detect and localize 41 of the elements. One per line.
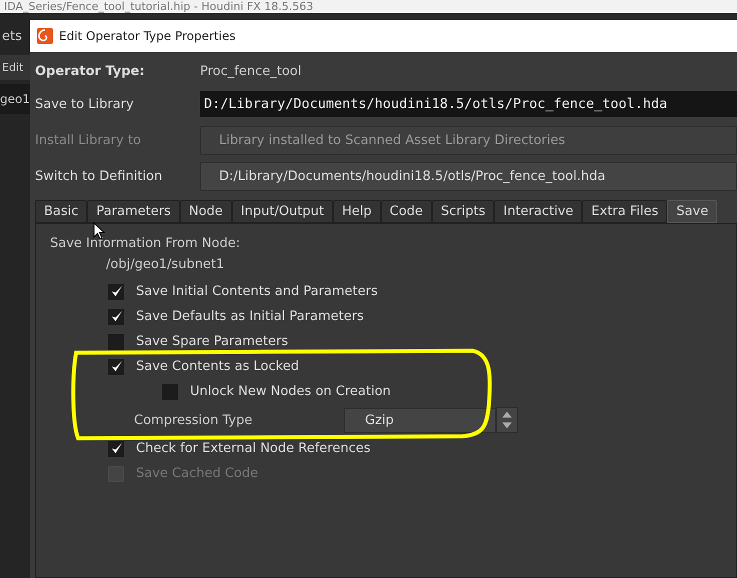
checkbox[interactable] (108, 358, 124, 374)
checkbox-label: Save Spare Parameters (136, 334, 288, 349)
checkbox[interactable] (108, 308, 124, 324)
tab[interactable]: Code (380, 200, 432, 223)
pane-tab[interactable]: Edit (0, 55, 30, 80)
spiral-logo-icon (37, 28, 53, 44)
path-field[interactable]: D:/Library/Documents/houdini18.5/otls/Proc_fence_tool.hda (200, 91, 737, 117)
tab[interactable]: Node (180, 200, 232, 223)
field-label: Switch to Definition (35, 168, 164, 184)
checkbox-label: Save Cached Code (136, 466, 258, 481)
checkbox-label: Check for External Node References (136, 441, 370, 456)
app-title: IDA_Series/Fence_tool_tutorial.hip - Houdini FX 18.5.563 (0, 0, 737, 13)
tab[interactable]: Parameters (87, 200, 180, 223)
field-label: Operator Type: (35, 64, 146, 78)
tab[interactable]: Input/Output (232, 200, 333, 223)
up-down-arrows-icon[interactable] (496, 407, 518, 433)
checkbox-label: Unlock New Nodes on Creation (190, 384, 391, 399)
checkbox-label: Save Defaults as Initial Parameters (136, 309, 364, 324)
checkbox-label: Save Initial Contents and Parameters (136, 284, 378, 299)
dialog-title: Edit Operator Type Properties (59, 29, 236, 43)
field-label: Compression Type (134, 412, 254, 428)
tab[interactable]: Extra Files (582, 200, 668, 223)
tab[interactable]: Help (332, 200, 381, 223)
checkbox[interactable] (108, 284, 124, 300)
checkbox-label: Save Contents as Locked (136, 359, 299, 374)
network-path-tab[interactable]: geo1 (0, 84, 30, 114)
checkbox[interactable] (162, 384, 178, 400)
field-label: Save to Library (35, 96, 135, 112)
tab[interactable]: Scripts (432, 200, 494, 223)
tab[interactable]: Basic (35, 200, 88, 223)
tab[interactable]: Interactive (494, 200, 582, 223)
checkbox[interactable] (108, 440, 124, 456)
dropdown-field[interactable]: Gzip (344, 408, 496, 432)
checkbox[interactable] (108, 334, 124, 350)
node-path: /obj/geo1/subnet1 (105, 257, 226, 274)
menu-item[interactable]: ets (2, 28, 22, 44)
field-label: Install Library to (35, 132, 142, 148)
dropdown-field[interactable]: D:/Library/Documents/houdini18.5/otls/Proc_fence_tool.hda (200, 162, 737, 190)
operator-type-value: Proc_fence_tool (200, 64, 302, 78)
section-heading: Save Information From Node: (50, 236, 242, 251)
tab[interactable]: Save (667, 200, 718, 223)
